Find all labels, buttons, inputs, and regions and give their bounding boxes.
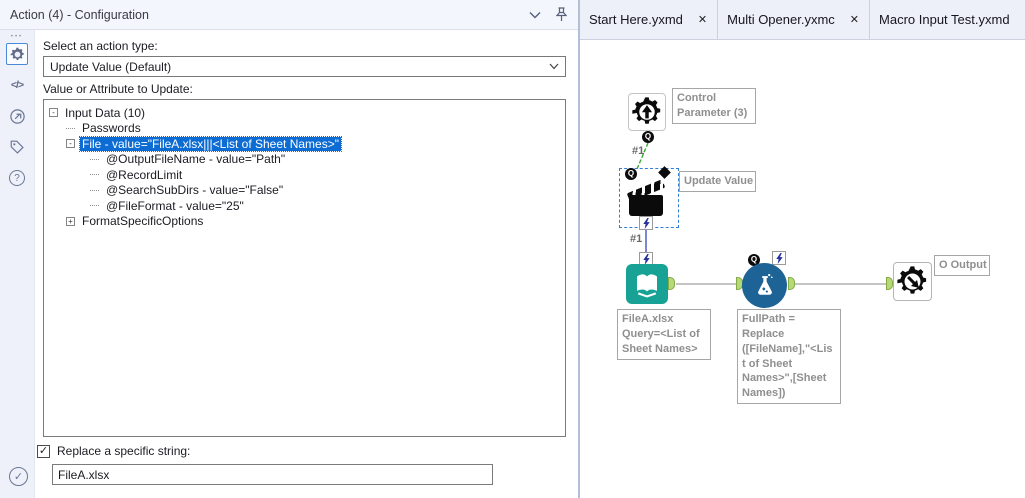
formula-tool[interactable] <box>742 263 787 308</box>
update-value-tool[interactable] <box>625 179 671 220</box>
input-anchor[interactable] <box>886 277 893 290</box>
tree-item[interactable]: - Input Data (10) <box>46 105 563 121</box>
replace-string-input[interactable] <box>52 464 493 485</box>
tree-item[interactable]: Passwords <box>46 121 563 137</box>
q-output-anchor[interactable]: Q <box>642 131 654 143</box>
control-parameter-tool[interactable] <box>628 93 666 131</box>
output-anchor[interactable] <box>788 277 795 290</box>
tree-item[interactable]: + FormatSpecificOptions <box>46 214 563 230</box>
tab-macro-input-test[interactable]: Macro Input Test.yxmd ✕ <box>870 0 1025 39</box>
close-icon[interactable]: ✕ <box>850 13 859 26</box>
tree-guide-line <box>90 205 99 207</box>
valid-check-icon: ✓ <box>9 467 28 486</box>
action-type-label: Select an action type: <box>43 39 158 53</box>
help-icon[interactable]: ? <box>6 167 28 189</box>
replace-string-label: Replace a specific string: <box>57 444 191 458</box>
action-type-select[interactable]: Update Value (Default) <box>43 56 566 77</box>
expand-expander-icon[interactable]: + <box>66 216 75 226</box>
replace-string-checkbox[interactable]: ✓ <box>37 444 50 458</box>
panel-title: Action (4) - Configuration <box>10 7 149 22</box>
drag-handle-dots-icon[interactable]: ••• <box>11 34 23 40</box>
output-anchor[interactable] <box>668 277 675 290</box>
connection-label: #1 <box>632 145 645 157</box>
tree-guide-line <box>90 189 99 191</box>
lightning-output-anchor[interactable] <box>639 216 653 230</box>
open-book-icon <box>637 274 657 298</box>
tree-item[interactable]: @SearchSubDirs - value="False" <box>46 183 563 199</box>
lightning-anchor[interactable] <box>772 251 786 265</box>
workflow-area: Start Here.yxmd ✕ Multi Opener.yxmc ✕ Ma… <box>580 0 1025 498</box>
tree-item[interactable]: @RecordLimit <box>46 167 563 183</box>
attribute-tree: - Input Data (10) Passwords - File - val… <box>43 99 566 437</box>
macro-output-label[interactable]: O Output <box>934 255 990 276</box>
control-parameter-label[interactable]: Control Parameter (3) <box>672 88 756 124</box>
gear-up-arrow-icon <box>632 97 661 124</box>
tree-item-selected[interactable]: - File - value="FileA.xlsx|||<List of Sh… <box>46 135 563 152</box>
tree-guide-line <box>90 158 99 160</box>
value-attribute-label: Value or Attribute to Update: <box>43 82 193 96</box>
workflow-canvas[interactable]: Control Parameter (3) Q #1 Q Update Valu… <box>580 40 1025 498</box>
tree-item[interactable]: @OutputFileName - value="Path" <box>46 152 563 168</box>
close-icon[interactable]: ✕ <box>698 13 707 26</box>
connection-label: #1 <box>630 233 643 245</box>
formula-annotation[interactable]: FullPath = Replace ([FileName],"<Lis t o… <box>737 309 841 405</box>
configuration-panel: Action (4) - Configuration ••• </> ? ✓ S… <box>0 0 580 498</box>
share-icon[interactable] <box>6 105 28 127</box>
collapse-chevron-icon[interactable] <box>529 11 541 19</box>
macro-output-tool[interactable] <box>893 262 932 301</box>
tree-guide-line <box>90 174 99 176</box>
input-data-annotation[interactable]: FileA.xlsx Query=<List of Sheet Names> <box>617 309 711 360</box>
tag-icon[interactable] <box>6 136 28 158</box>
gear-exit-arrow-icon <box>897 266 927 294</box>
q-input-anchor[interactable]: Q <box>625 168 637 180</box>
clapperboard-icon <box>629 195 663 216</box>
configuration-gear-icon[interactable] <box>6 43 28 65</box>
collapse-expander-icon[interactable]: - <box>66 139 75 149</box>
alteryx-window: Action (4) - Configuration ••• </> ? ✓ S… <box>0 0 1025 498</box>
action-type-value: Update Value (Default) <box>50 59 172 74</box>
flask-icon <box>757 273 773 295</box>
tree-guide-line <box>66 127 75 129</box>
config-sidebar: ••• </> ? ✓ <box>0 30 35 498</box>
tab-multi-opener[interactable]: Multi Opener.yxmc ✕ <box>718 0 871 39</box>
update-value-label[interactable]: Update Value <box>679 171 756 192</box>
document-tabstrip: Start Here.yxmd ✕ Multi Opener.yxmc ✕ Ma… <box>580 0 1025 40</box>
collapse-expander-icon[interactable]: - <box>49 108 58 118</box>
chevron-down-icon <box>549 63 559 70</box>
annotation-code-icon[interactable]: </> <box>6 74 28 96</box>
tab-start-here[interactable]: Start Here.yxmd ✕ <box>580 0 719 39</box>
pin-icon[interactable] <box>555 7 568 22</box>
tree-item[interactable]: @FileFormat - value="25" <box>46 198 563 214</box>
config-content: Select an action type: Update Value (Def… <box>35 30 578 498</box>
input-data-tool[interactable] <box>626 264 668 304</box>
configuration-titlebar: Action (4) - Configuration <box>0 0 578 30</box>
